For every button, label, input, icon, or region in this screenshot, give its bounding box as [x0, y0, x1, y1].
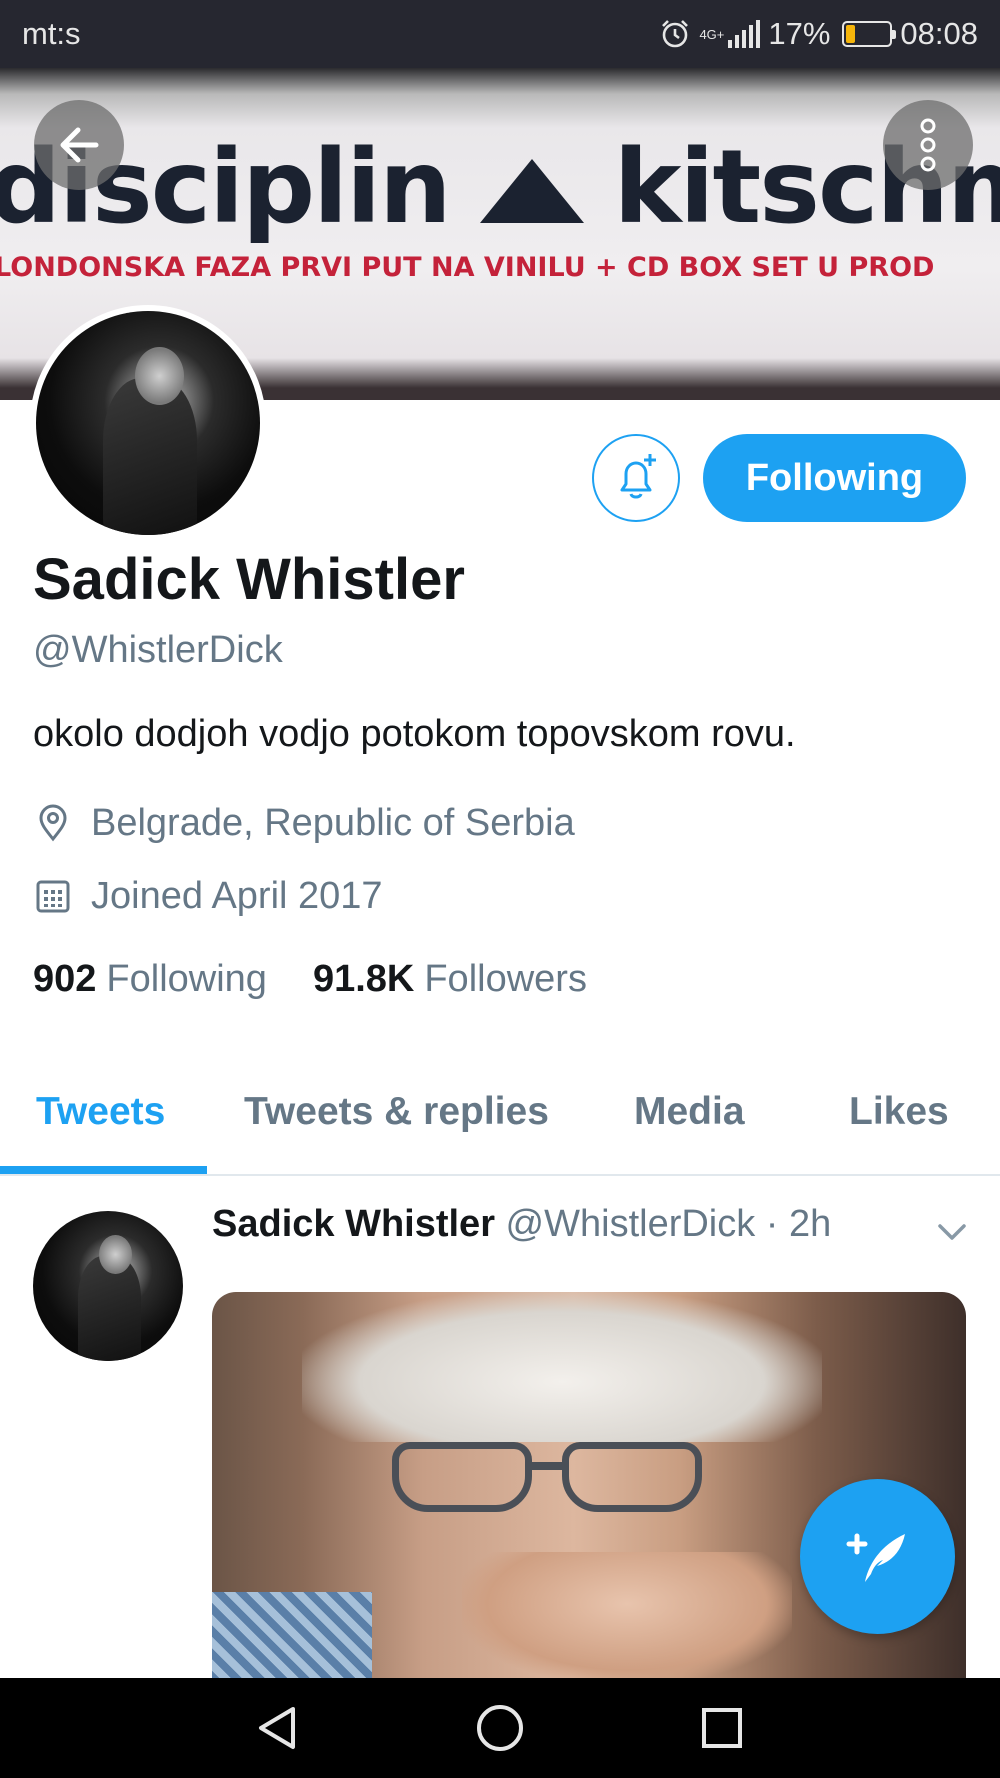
profile-joined: Joined April 2017: [33, 871, 383, 921]
alarm-icon: [662, 20, 689, 48]
bell-plus-icon: [620, 454, 656, 499]
avatar-image: [36, 311, 260, 535]
tweet-handle-time: @WhistlerDick · 2h: [505, 1203, 832, 1245]
location-text: Belgrade, Republic of Serbia: [91, 801, 575, 844]
system-nav-bar: [0, 1678, 1000, 1778]
signal-icon: [728, 20, 761, 48]
following-label: Following: [106, 958, 267, 1000]
nav-home-button[interactable]: [472, 1700, 528, 1756]
square-recents-icon: [702, 1708, 742, 1748]
followers-stat[interactable]: 91.8K Followers: [313, 958, 587, 1001]
back-button[interactable]: [34, 100, 124, 190]
triangle-back-icon: [259, 1707, 295, 1749]
battery-percent: 17%: [768, 16, 831, 51]
profile-tabs: Tweets Tweets & replies Media Likes: [0, 1066, 1000, 1176]
followers-label: Followers: [424, 958, 587, 1000]
carrier-label: mt:s: [22, 16, 81, 51]
compose-feather-icon: [846, 1533, 905, 1582]
profile-handle: @WhistlerDick: [33, 629, 283, 671]
tweet-author-name[interactable]: Sadick Whistler: [212, 1203, 495, 1245]
network-type-label: 4G+: [699, 26, 725, 42]
clock: 08:08: [900, 16, 978, 51]
tab-tweets-replies[interactable]: Tweets & replies: [244, 1090, 549, 1134]
battery-icon: [842, 21, 897, 47]
status-bar: mt:s 4G+ 17% 08:08: [0, 0, 1000, 68]
following-button[interactable]: Following: [703, 434, 966, 522]
joined-text: Joined April 2017: [91, 874, 383, 917]
active-tab-indicator: [0, 1166, 207, 1174]
banner-subline: LONDONSKA FAZA PRVI PUT NA VINILU + CD B…: [0, 252, 935, 283]
following-count: 902: [33, 958, 97, 1000]
more-vertical-icon: [920, 118, 936, 172]
circle-home-icon: [477, 1705, 523, 1751]
tweet-author-avatar[interactable]: [33, 1211, 183, 1361]
profile-location: Belgrade, Republic of Serbia: [33, 798, 575, 848]
profile-name: Sadick Whistler: [33, 547, 465, 612]
nav-recents-button[interactable]: [694, 1700, 750, 1756]
following-stat[interactable]: 902 Following: [33, 958, 267, 1001]
compose-tweet-button[interactable]: [800, 1479, 955, 1634]
tab-tweets[interactable]: Tweets: [36, 1090, 165, 1134]
tweet-header: Sadick Whistler @WhistlerDick · 2h: [212, 1203, 831, 1246]
profile-bio: okolo dodjoh vodjo potokom topovskom rov…: [33, 713, 796, 755]
calendar-icon: [36, 880, 70, 913]
tab-media[interactable]: Media: [634, 1090, 745, 1134]
tab-likes[interactable]: Likes: [849, 1090, 949, 1134]
nav-back-button[interactable]: [250, 1700, 306, 1756]
chevron-down-icon[interactable]: [936, 1216, 968, 1248]
notifications-button[interactable]: [592, 434, 680, 522]
followers-count: 91.8K: [312, 958, 415, 1000]
profile-stats: 902 Following 91.8K Followers: [33, 958, 587, 1001]
back-arrow-icon: [60, 127, 99, 163]
profile-avatar[interactable]: [30, 305, 266, 541]
status-icons: 4G+ 17% 08:08: [659, 12, 978, 56]
location-pin-icon: [39, 804, 67, 842]
more-options-button[interactable]: [883, 100, 973, 190]
banner-headline: disciplinkitschm: [0, 128, 1000, 247]
